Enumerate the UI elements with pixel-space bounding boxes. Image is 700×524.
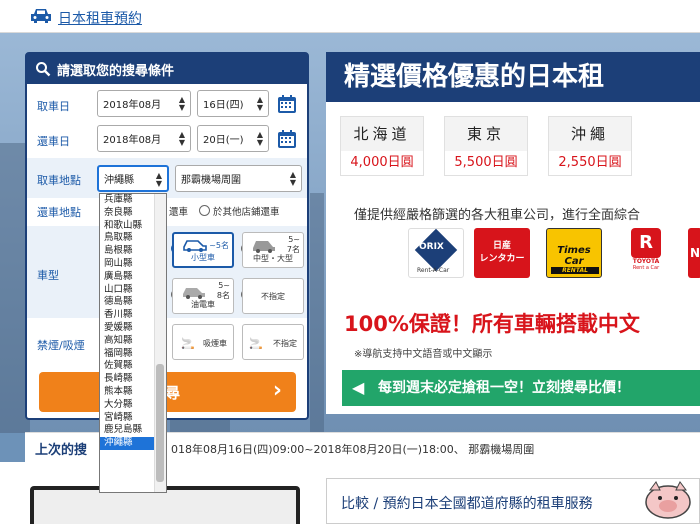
- partners-text: 僅提供經嚴格篩選的各大租車公司，進行全面綜合: [354, 208, 641, 223]
- region-name: 沖繩: [570, 125, 609, 143]
- pickup-month-value: 2018年08月: [103, 100, 162, 111]
- nav-note: ※導航支持中文語音或中文顯示: [354, 349, 493, 360]
- search-panel-title: 請選取您的搜尋條件: [57, 63, 175, 79]
- return-other-label: 於其他店鋪還車: [213, 207, 280, 218]
- search-button-label: 尋: [165, 384, 181, 402]
- small-car-icon: [183, 240, 207, 252]
- car-any-label: 不指定: [261, 292, 285, 301]
- guarantee-text: 100%保證！所有車輛搭載中文: [344, 312, 640, 336]
- promo-panel: 精選價格優惠的日本租 北海道 4,000日圓 東京 5,500日圓 沖繩 2,5…: [326, 52, 700, 414]
- times-car-logo: Times Car RENTAL: [546, 228, 602, 278]
- chevron-right-icon: ›: [272, 378, 282, 403]
- return-day-value: 20日(一): [203, 135, 244, 146]
- region-card-tokyo[interactable]: 東京 5,500日圓: [444, 116, 528, 176]
- pickup-store-select[interactable]: 那霸機場周圍 ▲ ▼: [175, 165, 302, 192]
- search-panel: 請選取您的搜尋條件 取車日 2018年08月 ▲ ▼ 16日(四) ▲ ▼ 還車日 …: [25, 52, 309, 420]
- search-icon: [36, 62, 51, 77]
- site-title-link[interactable]: 日本租車預約: [58, 8, 142, 28]
- region-price: 4,000日圓: [341, 151, 423, 175]
- return-place-label: 還車地點: [37, 206, 81, 219]
- car-small-seats: ~5名: [209, 241, 229, 250]
- last-search-title: 上次的搜: [35, 443, 88, 458]
- pickup-place-label: 取車地點: [37, 174, 81, 187]
- cigarette-icon: 🚬: [181, 337, 195, 350]
- return-month-value: 2018年08月: [103, 135, 162, 146]
- return-month-select[interactable]: 2018年08月 ▲ ▼: [97, 125, 191, 152]
- updown-arrow-icon: ▲ ▼: [256, 130, 263, 147]
- partial-logo: N: [688, 228, 700, 278]
- smoking-ok-label: 吸煙車: [203, 339, 227, 348]
- region-name: 東京: [466, 125, 505, 143]
- pickup-day-value: 16日(四): [203, 100, 244, 111]
- updown-arrow-icon: ▲ ▼: [178, 130, 185, 147]
- car-type-label: 車型: [37, 269, 59, 282]
- car-mid-seats-top: 5~: [288, 235, 300, 244]
- smoking-any-label: 不指定: [273, 339, 297, 348]
- pickup-date-label: 取車日: [37, 100, 70, 113]
- car-eco-label: 油電車: [191, 300, 215, 309]
- green-banner-text: 每到週末必定搶租一空！立刻搜尋比價！: [378, 380, 630, 396]
- region-name: 北海道: [353, 125, 411, 143]
- car-icon: [31, 9, 51, 23]
- last-search-value: 018年08月16日(四)09:00~2018年08月20日(一)18:00、 …: [171, 443, 535, 456]
- car-eco-option[interactable]: 5~ 8名 油電車: [172, 278, 234, 314]
- orix-logo: ORIX Rent-A-Car: [408, 228, 464, 278]
- updown-arrow-icon: ▲ ▼: [289, 170, 296, 187]
- pickup-prefecture-select[interactable]: 沖繩縣 ▲ ▼: [97, 165, 169, 192]
- cigarette-icon: 🚬: [249, 337, 263, 350]
- search-compare-banner[interactable]: ◀ 每到週末必定搶租一空！立刻搜尋比價！: [342, 370, 700, 406]
- updown-arrow-icon: ▲ ▼: [155, 171, 162, 188]
- return-day-select[interactable]: 20日(一) ▲ ▼: [197, 125, 269, 152]
- dropdown-scrollbar-thumb[interactable]: [156, 364, 164, 482]
- pickup-store-value: 那霸機場周圍: [181, 175, 241, 186]
- car-any-option[interactable]: 不指定: [242, 278, 304, 314]
- eco-car-icon: [183, 288, 205, 299]
- car-eco-seats-top: 5~: [218, 281, 230, 290]
- promo-title: 精選價格優惠的日本租: [326, 52, 700, 102]
- prefecture-dropdown-list[interactable]: 兵庫縣 奈良縣 和歌山縣 鳥取縣 島根縣 岡山縣 廣島縣 山口縣 德島縣 香川縣 愛媛縣 高知縣 福岡縣…: [99, 193, 167, 493]
- pickup-prefecture-value: 沖繩縣: [104, 175, 134, 186]
- car-mid-option[interactable]: 5~ 7名 中型・大型: [242, 232, 304, 268]
- pickup-day-select[interactable]: 16日(四) ▲ ▼: [197, 90, 269, 117]
- car-mid-label: 中型・大型: [253, 254, 293, 263]
- car-small-label: 小型車: [191, 253, 215, 262]
- nissan-rental-logo: 日産 レンタカー: [474, 228, 530, 278]
- mascot-icon: [645, 481, 691, 519]
- return-same-option[interactable]: 還車: [169, 204, 188, 218]
- search-panel-header: 請選取您的搜尋條件: [27, 54, 307, 84]
- dropdown-scrollbar[interactable]: [154, 194, 166, 492]
- calendar-icon[interactable]: [277, 129, 297, 149]
- region-price: 5,500日圓: [445, 151, 527, 175]
- region-card-okinawa[interactable]: 沖繩 2,550日圓: [548, 116, 632, 176]
- toyota-rent-logo: R TOYOTA Rent a Car: [618, 228, 674, 278]
- smoking-label: 禁煙/吸煙: [37, 339, 85, 352]
- return-date-label: 還車日: [37, 135, 70, 148]
- updown-arrow-icon: ▲ ▼: [256, 95, 263, 112]
- compare-title: 比較 / 預約日本全國都道府縣的租車服務: [341, 496, 593, 512]
- updown-arrow-icon: ▲ ▼: [178, 95, 185, 112]
- pickup-month-select[interactable]: 2018年08月 ▲ ▼: [97, 90, 191, 117]
- mid-car-icon: [253, 241, 275, 253]
- smoking-any-option[interactable]: 🚬 不指定: [242, 324, 304, 360]
- region-price: 2,550日圓: [549, 151, 631, 175]
- arrow-left-icon: ◀: [352, 378, 365, 397]
- calendar-icon[interactable]: [277, 94, 297, 114]
- car-small-option[interactable]: ~5名 小型車: [172, 232, 234, 268]
- region-card-hokkaido[interactable]: 北海道 4,000日圓: [340, 116, 424, 176]
- smoking-ok-option[interactable]: 🚬 吸煙車: [172, 324, 234, 360]
- return-other-radio[interactable]: [199, 205, 210, 216]
- search-button[interactable]: 尋 ›: [39, 372, 296, 412]
- top-bar: 日本租車預約: [0, 0, 700, 33]
